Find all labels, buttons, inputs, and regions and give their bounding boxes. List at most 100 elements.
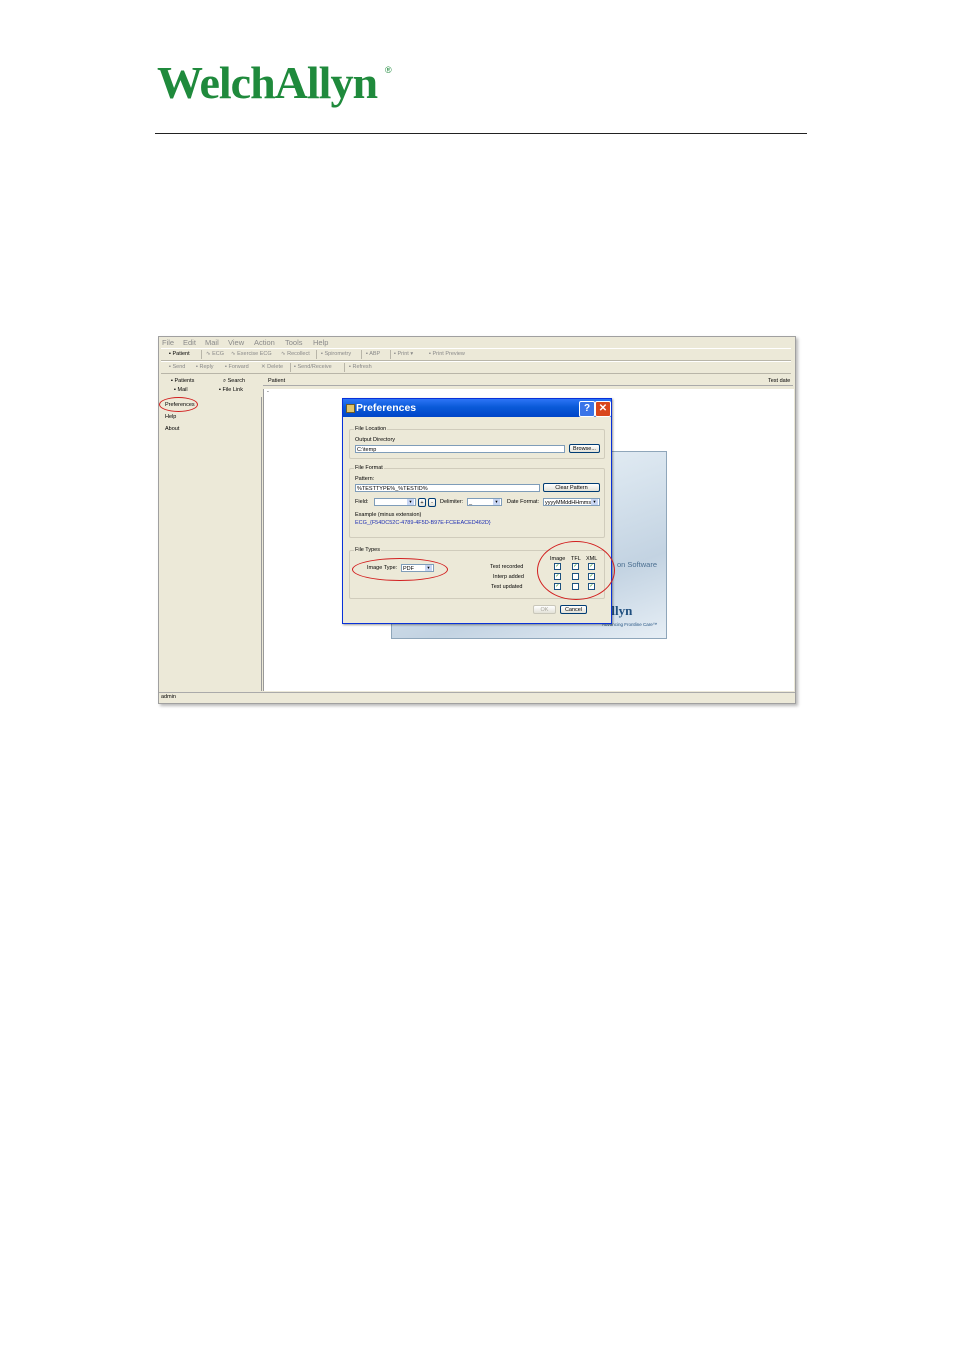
help-icon[interactable]: ? [579, 401, 595, 417]
toolbar-separator [290, 363, 291, 372]
search-tab[interactable]: ⌕ Search [223, 378, 245, 385]
pattern-label: Pattern: [355, 476, 375, 482]
ecg-button-label: ECG [212, 351, 225, 357]
preferences-dialog: Preferences ? ✕ File Location Output Dir… [342, 398, 615, 624]
send-label: Send [172, 364, 186, 370]
exercise-ecg-label: Exercise ECG [237, 351, 272, 357]
patients-tab[interactable]: ▪ Patients [171, 378, 194, 384]
send-receive-label: Send/Receive [297, 364, 332, 370]
delete-label: Delete [267, 364, 284, 370]
toolbar-separator [344, 363, 345, 372]
menu-action[interactable]: Action [254, 338, 275, 347]
logo-text: WelchAllyn [157, 57, 378, 108]
add-field-button[interactable]: + [418, 498, 426, 507]
print-button[interactable]: ▪ Print ▾ [394, 351, 413, 357]
test-date-column[interactable]: Test date [768, 378, 790, 384]
date-format-value: yyyyMMddHHmmss [545, 500, 594, 506]
app-window: File Edit Mail View Action Tools Help ▪ … [158, 336, 796, 704]
dialog-title: Preferences [356, 402, 417, 414]
patient-button[interactable]: ▪ Patient [169, 351, 190, 357]
ok-button[interactable]: OK [533, 605, 556, 614]
delete-button[interactable]: ✕ Delete [261, 364, 283, 370]
mail-tab-label: Mail [177, 387, 188, 393]
row-label-test-updated: Test updated [491, 584, 523, 590]
row-label-interp-added: Interp added [493, 574, 524, 580]
menu-help[interactable]: Help [313, 338, 328, 347]
header-divider [155, 133, 807, 134]
file-types-label: File Types [354, 547, 381, 553]
refresh-button[interactable]: ▪ Refresh [349, 364, 372, 370]
recollect-button[interactable]: ∿ Recollect [281, 351, 310, 357]
left-panel: Preferences Help About [159, 397, 262, 691]
delimiter-select[interactable]: _ ▼ [467, 498, 502, 506]
date-format-select[interactable]: yyyyMMddHHmmss ▼ [543, 498, 600, 506]
mail-tab[interactable]: ▪ Mail [174, 387, 188, 393]
output-dir-field[interactable]: C:\temp [355, 445, 565, 453]
menu-tools[interactable]: Tools [285, 338, 303, 347]
menu-edit[interactable]: Edit [183, 338, 196, 347]
abp-button[interactable]: ▪ ABP [366, 351, 380, 357]
delimiter-value: _ [469, 500, 473, 506]
reply-button[interactable]: ▪ Reply [196, 364, 214, 370]
file-link-tab-label: File Link [222, 387, 243, 393]
patient-column[interactable]: Patient [268, 378, 285, 384]
example-label: Example (minus extension) [355, 512, 422, 518]
close-icon[interactable]: ✕ [595, 401, 611, 417]
welch-allyn-logo: WelchAllyn ® [157, 55, 397, 110]
forward-button[interactable]: ▪ Forward [225, 364, 249, 370]
toolbar-separator [390, 350, 391, 359]
print-label: Print [397, 351, 409, 357]
cancel-button[interactable]: Cancel [560, 605, 587, 614]
nav-tabs: ▪ Patients ⌕ Search ▪ Mail ▪ File Link [162, 376, 262, 396]
menu-bar: File Edit Mail View Action Tools Help [159, 337, 795, 347]
menu-view[interactable]: View [228, 338, 244, 347]
dialog-titlebar[interactable]: Preferences ? ✕ [343, 399, 611, 417]
toolbar-separator [361, 350, 362, 359]
send-button[interactable]: ▪ Send [169, 364, 185, 370]
reply-label: Reply [199, 364, 214, 370]
file-location-label: File Location [354, 426, 388, 432]
delimiter-label: Delimiter: [440, 499, 464, 505]
column-header: Patient Test date [263, 377, 793, 386]
status-user: admin [161, 694, 176, 700]
exercise-ecg-button[interactable]: ∿ Exercise ECG [231, 351, 272, 357]
row-label-test-recorded: Test recorded [490, 564, 524, 570]
file-link-tab[interactable]: ▪ File Link [219, 387, 243, 393]
field-select[interactable]: ▼ [374, 498, 416, 506]
clear-pattern-button[interactable]: Clear Pattern [543, 483, 600, 492]
menu-mail[interactable]: Mail [205, 338, 219, 347]
recollect-label: Recollect [287, 351, 310, 357]
ecg-button[interactable]: ∿ ECG [206, 351, 224, 357]
forward-label: Forward [228, 364, 249, 370]
help-item[interactable]: Help [165, 414, 176, 420]
row-marker: - [267, 389, 269, 395]
file-location-group: File Location Output Directory C:\temp B… [349, 426, 605, 459]
highlight-circle [537, 541, 615, 600]
file-format-group: File Format Pattern: %TESTTYPE%_%TESTID%… [349, 465, 605, 538]
output-dir-label: Output Directory [355, 437, 396, 443]
file-types-group: File Types Image Type: PDF ▼ Image TFL XM… [349, 541, 615, 600]
field-label: Field: [355, 499, 369, 505]
highlight-circle [159, 397, 198, 412]
toolbar-separator [316, 350, 317, 359]
highlight-circle [352, 558, 448, 581]
menu-file[interactable]: File [162, 338, 174, 347]
patients-tab-label: Patients [174, 378, 195, 384]
patient-button-label: Patient [172, 351, 190, 357]
status-bar: admin [159, 692, 795, 703]
spirometry-button[interactable]: ▪ Spirometry [321, 351, 351, 357]
browse-button[interactable]: Browse... [569, 444, 600, 453]
about-item[interactable]: About [165, 426, 179, 432]
print-preview-button[interactable]: ▪ Print Preview [429, 351, 465, 357]
send-receive-button[interactable]: ▪ Send/Receive [294, 364, 332, 370]
remove-field-button[interactable]: - [428, 498, 436, 507]
date-format-label: Date Format: [507, 499, 540, 505]
pattern-field[interactable]: %TESTTYPE%_%TESTID% [355, 484, 540, 492]
toolbar-separator [201, 350, 202, 359]
spirometry-label: Spirometry [324, 351, 352, 357]
splash-software-text: on Software [617, 560, 658, 569]
chevron-down-icon: ▼ [407, 499, 414, 505]
chevron-down-icon: ▼ [493, 499, 500, 505]
registered-mark: ® [385, 65, 392, 75]
chevron-down-icon: ▼ [591, 499, 598, 505]
